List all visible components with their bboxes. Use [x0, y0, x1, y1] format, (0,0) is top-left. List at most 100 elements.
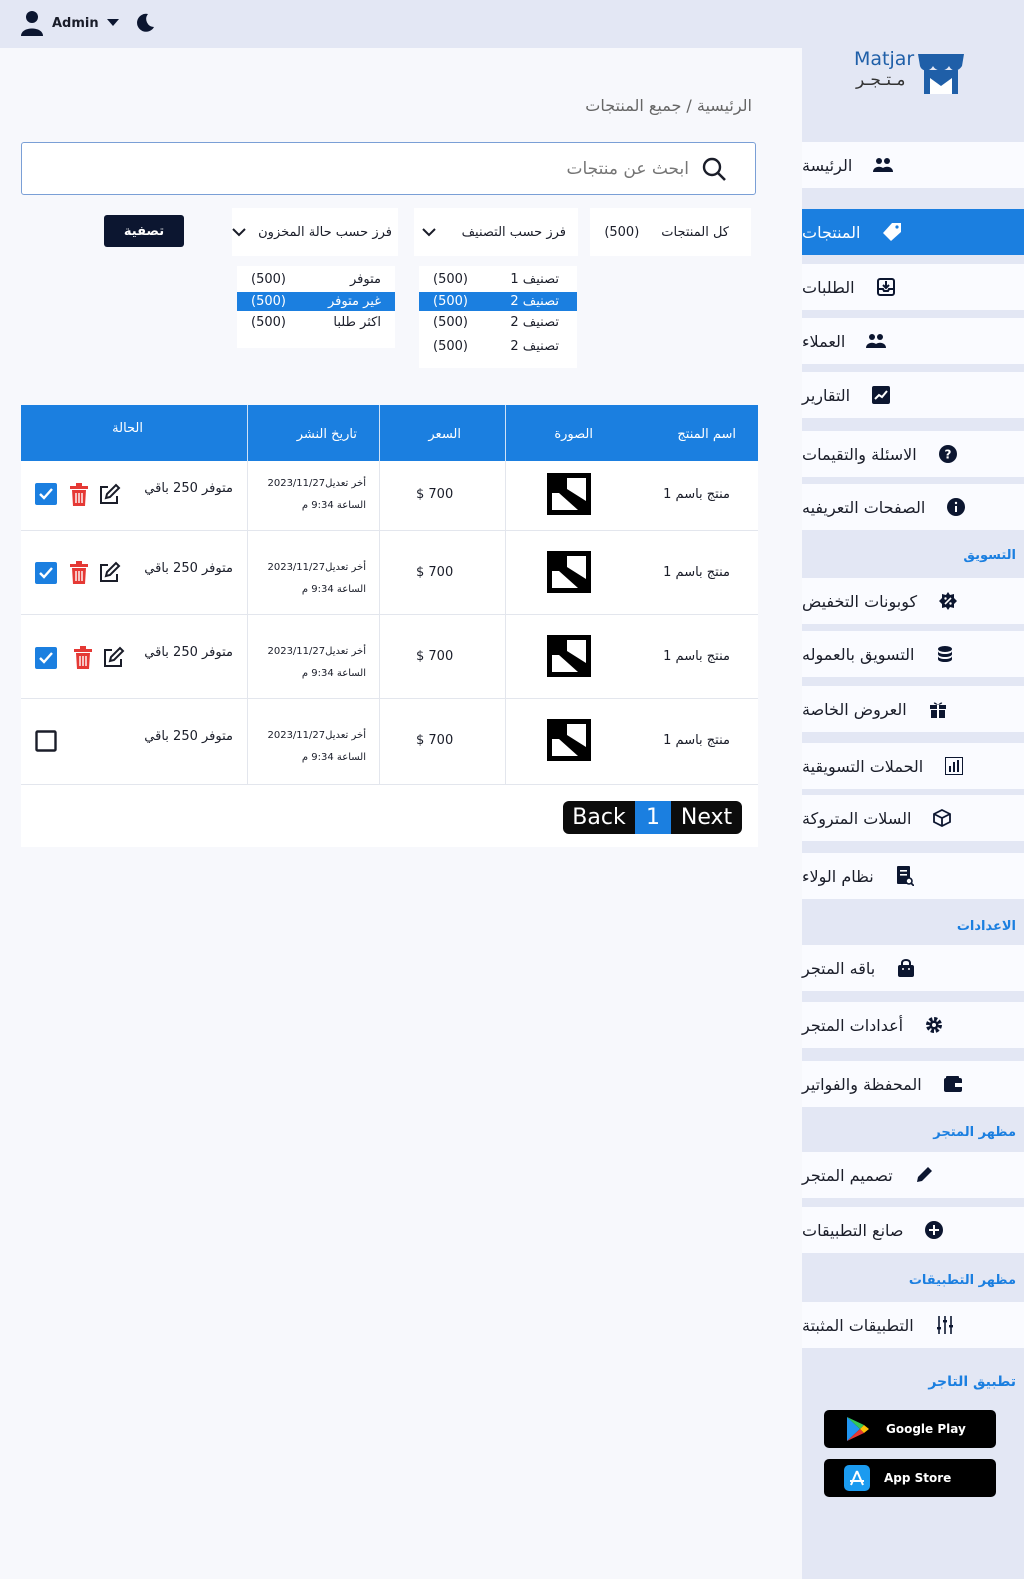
section-store-look: مظهر المتجر [933, 1125, 1016, 1140]
sidebar-item-abandoned-carts[interactable]: السلات المتروكة [802, 795, 1024, 841]
category-dropdown: تصنيف 1 (500) تصنيف 2 (500) تصنيف 2 (500) ت… [419, 266, 577, 368]
cell-status: متوفر 250 باقي [21, 461, 247, 530]
sidebar-item-products[interactable]: المنتجات [802, 209, 1024, 255]
sidebar-item-label: السلات المتروكة [802, 808, 912, 828]
sidebar-item-pages[interactable]: الصفحات التعريفيه [802, 484, 1024, 530]
cell-image [505, 531, 631, 614]
row-checkbox[interactable] [35, 562, 57, 584]
dark-mode-icon[interactable] [134, 12, 156, 34]
cell-date: أخر تعديل2023/11/27 الساعة 9:34 م [247, 531, 379, 614]
sidebar-item-store-design[interactable]: تصميم المتجر [802, 1152, 1024, 1198]
sidebar-item-home[interactable]: الرئيسة [802, 142, 1024, 188]
edit-icon[interactable] [97, 561, 121, 585]
gift-icon [927, 698, 949, 720]
sidebar-item-campaigns[interactable]: الحملات التسويقية [802, 743, 1024, 789]
section-merchant-app: تطبيق التاجر [928, 1374, 1016, 1390]
sidebar-item-wallet[interactable]: المحفظة والفواتير [802, 1061, 1024, 1107]
sidebar-item-store-settings[interactable]: أعدادات المتجر [802, 1002, 1024, 1048]
back-button[interactable]: Back [563, 801, 635, 834]
cell-price: 700 $ [379, 699, 505, 784]
trash-icon[interactable] [67, 483, 91, 507]
category-option[interactable]: تصنيف 1 (500) [419, 268, 577, 292]
table-header: اسم المنتج الصورة السعر تاريخ النشر الحا… [21, 405, 758, 461]
edit-icon[interactable] [101, 646, 125, 670]
pencil-icon [913, 1164, 935, 1186]
all-products-filter[interactable]: كل المنتجات (500) [590, 208, 751, 256]
users-icon [865, 330, 887, 352]
sliders-icon [934, 1314, 956, 1336]
plus-circle-icon [923, 1219, 945, 1241]
cell-image [505, 699, 631, 784]
table-row: منتج باسم 1 700 $ أخر تعديل2023/11/27 الس… [21, 615, 758, 699]
admin-label: Admin [52, 15, 99, 31]
sidebar-item-label: الاسئلة والتقيمات [802, 444, 917, 464]
stock-dropdown: متوفر (500) غير متوفر (500) اكثر طلبا (500) [237, 266, 395, 348]
cell-name: منتج باسم 1 [663, 733, 730, 748]
sidebar-item-label: أعدادات المتجر [802, 1015, 904, 1035]
app-store-button[interactable]: App Store [824, 1459, 996, 1497]
sidebar-item-store-plan[interactable]: باقه المتجر [802, 945, 1024, 991]
google-play-button[interactable]: Google Play [824, 1410, 996, 1448]
sidebar-item-orders[interactable]: الطلبات [802, 264, 1024, 310]
question-icon: ? [937, 443, 959, 465]
trash-icon[interactable] [67, 561, 91, 585]
sidebar-item-loyalty[interactable]: نظام الولاء [802, 853, 1024, 899]
brand-name-en: Matjar [854, 48, 915, 70]
sort-stock-select[interactable]: فرز حسب حالة المخزون [232, 208, 398, 256]
row-checkbox[interactable] [35, 730, 57, 752]
stock-option-selected[interactable]: غير متوفر (500) [237, 292, 395, 311]
search-box [21, 142, 756, 195]
sidebar-item-customers[interactable]: العملاء [802, 318, 1024, 364]
next-button[interactable]: Next [671, 801, 742, 834]
sidebar-item-app-builder[interactable]: صانع التطبيقات [802, 1207, 1024, 1253]
cell-name: منتج باسم 1 [663, 565, 730, 580]
inbox-download-icon [875, 276, 897, 298]
search-icon [702, 157, 726, 181]
sidebar-item-label: الطلبات [802, 277, 855, 297]
page-number-button[interactable]: 1 [635, 801, 671, 834]
stock-option[interactable]: متوفر (500) [237, 268, 395, 292]
sidebar-item-reviews[interactable]: ? الاسئلة والتقيمات [802, 431, 1024, 477]
sidebar-item-offers[interactable]: العروض الخاصة [802, 686, 1024, 732]
admin-menu[interactable]: Admin [20, 10, 119, 36]
brand-logo[interactable]: Matjar مـتـجـر [854, 44, 974, 100]
sidebar-item-coupons[interactable]: كوبونات التخفيض [802, 578, 1024, 624]
category-option[interactable]: تصنيف 2 (500) [419, 311, 577, 335]
users-icon [872, 154, 894, 176]
table-row: منتج باسم 1 700 $ أخر تعديل2023/11/27 الس… [21, 531, 758, 615]
sidebar-item-label: التقارير [802, 385, 851, 405]
row-checkbox[interactable] [35, 647, 57, 669]
sidebar-item-label: نظام الولاء [802, 866, 874, 886]
category-option-selected[interactable]: تصنيف 2 (500) [419, 292, 577, 311]
sidebar-item-label: المنتجات [802, 222, 861, 242]
apply-filter-button[interactable]: تصفية [104, 215, 184, 247]
stock-option[interactable]: اكثر طلبا (500) [237, 311, 395, 335]
user-icon [21, 11, 43, 36]
top-bar: Admin [0, 0, 802, 48]
chevron-down-icon [421, 227, 436, 236]
th-name: اسم المنتج [677, 427, 736, 442]
search-input[interactable] [91, 155, 691, 183]
products-table: اسم المنتج الصورة السعر تاريخ النشر الحا… [21, 405, 758, 847]
breadcrumb: الرئيسية / جميع المنتجات [585, 96, 752, 115]
info-icon [945, 496, 967, 518]
row-checkbox[interactable] [35, 483, 57, 505]
sidebar-item-reports[interactable]: التقارير [802, 372, 1024, 418]
cell-name: منتج باسم 1 [663, 487, 730, 502]
sidebar-item-installed-apps[interactable]: التطبيقات المثبتة [802, 1302, 1024, 1348]
cell-date: أخر تعديل2023/11/27 الساعة 9:34 م [247, 461, 379, 530]
table-row: منتج باسم 1 700 $ أخر تعديل2023/11/27 الس… [21, 461, 758, 531]
sort-category-label: فرز حسب التصنيف [461, 224, 566, 240]
shopping-bag-icon [895, 957, 917, 979]
caret-down-icon [106, 19, 119, 26]
sort-category-select[interactable]: فرز حسب التصنيف [414, 208, 578, 256]
tag-icon [881, 221, 903, 243]
cell-name: منتج باسم 1 [663, 649, 730, 664]
sidebar-item-affiliate[interactable]: التسويق بالعموله [802, 631, 1024, 677]
coins-icon [934, 643, 956, 665]
cell-status: متوفر 250 باقي [21, 531, 247, 614]
category-option[interactable]: تصنيف 2 (500) [419, 335, 577, 359]
all-products-label: كل المنتجات [661, 224, 729, 240]
trash-icon[interactable] [71, 646, 95, 670]
edit-icon[interactable] [97, 483, 121, 507]
